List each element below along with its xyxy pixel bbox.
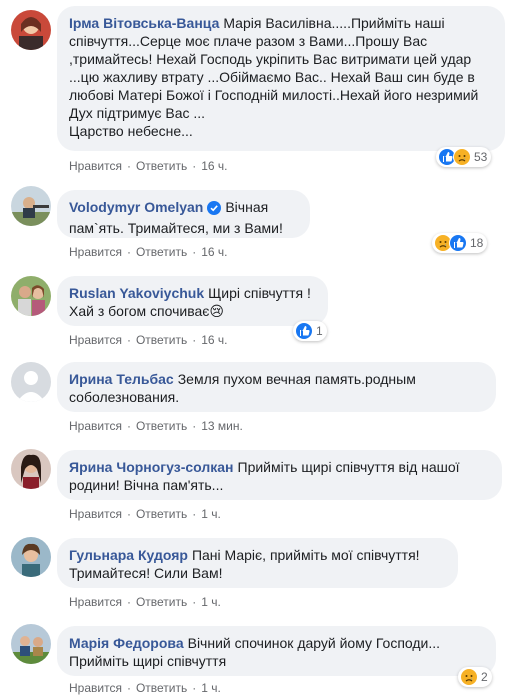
reaction-summary[interactable]: 2 xyxy=(458,667,492,687)
like-link[interactable]: Нравится xyxy=(69,681,122,695)
comment-timestamp[interactable]: 13 мин. xyxy=(201,419,243,433)
comment-bubble: Гульнара Кудояр Пані Маріє, прийміть мої … xyxy=(57,538,458,588)
reply-link[interactable]: Ответить xyxy=(136,159,187,173)
like-icon xyxy=(295,322,313,340)
like-link[interactable]: Нравится xyxy=(69,507,122,521)
reply-link[interactable]: Ответить xyxy=(136,681,187,695)
reaction-summary[interactable]: 1 xyxy=(293,321,327,341)
comment-author[interactable]: Марія Федорова xyxy=(69,635,184,651)
avatar[interactable] xyxy=(11,449,51,489)
comment-actions: Нравится · Ответить · 16 ч. xyxy=(69,333,228,347)
like-link[interactable]: Нравится xyxy=(69,419,122,433)
avatar[interactable] xyxy=(11,276,51,316)
comment-bubble: Ярина Чорногуз-солкан Прийміть щирі співч… xyxy=(57,450,502,500)
separator: · xyxy=(126,507,131,521)
reply-link[interactable]: Ответить xyxy=(136,595,187,609)
avatar[interactable] xyxy=(11,10,51,50)
comment-timestamp[interactable]: 16 ч. xyxy=(201,159,227,173)
reply-link[interactable]: Ответить xyxy=(136,333,187,347)
comment-author[interactable]: Ярина Чорногуз-солкан xyxy=(69,459,234,475)
separator: · xyxy=(126,159,131,173)
comment-author[interactable]: Volodymyr Omelyan xyxy=(69,199,203,215)
reaction-summary[interactable]: 53 xyxy=(436,147,492,167)
reaction-count: 2 xyxy=(481,670,488,684)
verified-badge-icon xyxy=(207,201,222,219)
separator: · xyxy=(126,333,131,347)
separator: · xyxy=(192,159,197,173)
comment-timestamp[interactable]: 16 ч. xyxy=(201,333,227,347)
comment-author[interactable]: Ірма Вітовська-Ванца xyxy=(69,15,219,31)
comment-bubble: Марія Федорова Вічний спочинок даруй йому… xyxy=(57,626,496,676)
separator: · xyxy=(126,245,131,259)
comment-author[interactable]: Ruslan Yakoviychuk xyxy=(69,285,204,301)
comment-bubble: Ирина Тельбас Земля пухом вечная память.р… xyxy=(57,362,496,412)
like-link[interactable]: Нравится xyxy=(69,595,122,609)
reply-link[interactable]: Ответить xyxy=(136,245,187,259)
comment-bubble: Ruslan Yakoviychuk Щирі співчуття ! Хай з… xyxy=(57,276,328,326)
like-link[interactable]: Нравится xyxy=(69,333,122,347)
comment-text: Марія Василівна.....Прийміть наші співчу… xyxy=(69,15,479,139)
separator: · xyxy=(192,595,197,609)
like-link[interactable]: Нравится xyxy=(69,159,122,173)
comment-actions: Нравится · Ответить · 16 ч. xyxy=(69,245,228,259)
avatar[interactable] xyxy=(11,362,51,402)
reply-link[interactable]: Ответить xyxy=(136,419,187,433)
separator: · xyxy=(192,507,197,521)
reaction-count: 18 xyxy=(470,236,484,250)
comment-author[interactable]: Гульнара Кудояр xyxy=(69,547,188,563)
separator: · xyxy=(192,245,197,259)
comment-timestamp[interactable]: 1 ч. xyxy=(201,595,221,609)
comment-actions: Нравится · Ответить · 1 ч. xyxy=(69,681,221,695)
like-icon xyxy=(449,234,467,252)
comment-timestamp[interactable]: 16 ч. xyxy=(201,245,227,259)
comment-actions: Нравится · Ответить · 13 мин. xyxy=(69,419,243,433)
comment-actions: Нравится · Ответить · 16 ч. xyxy=(69,159,228,173)
avatar[interactable] xyxy=(11,624,51,664)
separator: · xyxy=(126,419,131,433)
comment-timestamp[interactable]: 1 ч. xyxy=(201,681,221,695)
comment-author[interactable]: Ирина Тельбас xyxy=(69,371,174,387)
reaction-summary[interactable]: 18 xyxy=(432,233,488,253)
separator: · xyxy=(126,681,131,695)
avatar[interactable] xyxy=(11,537,51,577)
like-link[interactable]: Нравится xyxy=(69,245,122,259)
comment-timestamp[interactable]: 1 ч. xyxy=(201,507,221,521)
reply-link[interactable]: Ответить xyxy=(136,507,187,521)
avatar[interactable] xyxy=(11,186,51,226)
comment-actions: Нравится · Ответить · 1 ч. xyxy=(69,507,221,521)
sad-icon xyxy=(460,668,478,686)
reaction-count: 53 xyxy=(474,150,488,164)
comment-bubble: Volodymyr Omelyan Вічная пам`ять. Тримайт… xyxy=(57,190,310,238)
separator: · xyxy=(192,333,197,347)
sad-icon xyxy=(453,148,471,166)
comment-actions: Нравится · Ответить · 1 ч. xyxy=(69,595,221,609)
comment-bubble: Ірма Вітовська-Ванца Марія Василівна.....… xyxy=(57,6,505,151)
separator: · xyxy=(192,419,197,433)
reaction-count: 1 xyxy=(316,324,323,338)
separator: · xyxy=(192,681,197,695)
separator: · xyxy=(126,595,131,609)
